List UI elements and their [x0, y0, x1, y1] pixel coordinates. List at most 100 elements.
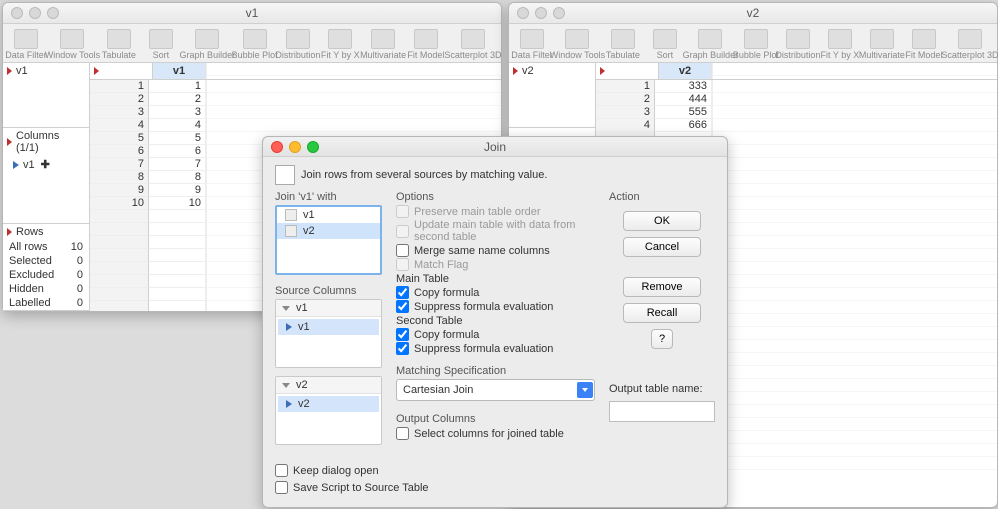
- source-column-item[interactable]: v2: [278, 396, 379, 412]
- rows-header: Rows: [16, 226, 44, 238]
- chevron-down-icon[interactable]: [282, 306, 290, 311]
- toolbar-bubble-plot[interactable]: Bubble Plot: [233, 29, 277, 62]
- toolbar-fit-y-by-x[interactable]: Fit Y by X: [819, 29, 861, 62]
- toolbar-icon: [828, 29, 852, 49]
- main-table-label: Main Table: [396, 273, 595, 285]
- table-row[interactable]: 11: [90, 80, 501, 93]
- toolbar-bubble-plot[interactable]: Bubble Plot: [735, 29, 777, 62]
- toolbar-icon: [243, 29, 267, 49]
- match-flag-checkbox: [396, 258, 409, 271]
- toolbar-icon: [14, 29, 38, 49]
- table-row[interactable]: 3555: [596, 106, 997, 119]
- row-stat: Labelled0: [3, 296, 89, 310]
- toolbar-sort[interactable]: Sort: [644, 29, 686, 62]
- columns-header: Columns (1/1): [16, 130, 85, 154]
- toolbar-icon: [107, 29, 131, 49]
- remove-button[interactable]: Remove: [623, 277, 701, 297]
- dropdown-icon[interactable]: [577, 382, 593, 398]
- toolbar-scatterplot-3d[interactable]: Scatterplot 3D: [945, 29, 995, 62]
- disclosure-icon[interactable]: [7, 228, 12, 236]
- dialog-titlebar[interactable]: Join: [263, 137, 727, 157]
- toolbar-scatterplot-3d[interactable]: Scatterplot 3D: [447, 29, 499, 62]
- toolbar-multivariate[interactable]: Multivariate: [361, 29, 405, 62]
- options-label: Options: [396, 191, 595, 203]
- column-name[interactable]: v1: [23, 159, 35, 171]
- toolbar-icon: [912, 29, 936, 49]
- titlebar-v1[interactable]: v1: [3, 3, 501, 24]
- close-icon[interactable]: [271, 141, 283, 153]
- toolbar-tabulate[interactable]: Tabulate: [98, 29, 140, 62]
- join-source-item[interactable]: v1: [277, 207, 380, 223]
- join-source-item[interactable]: v2: [277, 223, 380, 239]
- toolbar-icon: [520, 29, 544, 49]
- keep-dialog-open-checkbox[interactable]: [275, 464, 288, 477]
- zoom-icon[interactable]: [307, 141, 319, 153]
- toolbar-icon: [744, 29, 768, 49]
- table-row[interactable]: 4666: [596, 119, 997, 132]
- table-row[interactable]: 33: [90, 106, 501, 119]
- toolbar-icon: [286, 29, 310, 49]
- column-type-icon: [13, 161, 19, 169]
- table-row[interactable]: 44: [90, 119, 501, 132]
- column-header[interactable]: v1: [153, 63, 206, 79]
- output-table-name-input[interactable]: [609, 401, 715, 422]
- toolbar-sort[interactable]: Sort: [140, 29, 182, 62]
- ok-button[interactable]: OK: [623, 211, 701, 231]
- source-column-item[interactable]: v1: [278, 319, 379, 335]
- toolbar-icon: [328, 29, 352, 49]
- save-script-checkbox[interactable]: [275, 481, 288, 494]
- row-stat: Selected0: [3, 254, 89, 268]
- toolbar-graph-builder[interactable]: Graph Builder: [182, 29, 233, 62]
- main-copy-formula-checkbox[interactable]: [396, 286, 409, 299]
- chevron-down-icon[interactable]: [282, 383, 290, 388]
- recall-button[interactable]: Recall: [623, 303, 701, 323]
- toolbar-window-tools[interactable]: Window Tools: [553, 29, 602, 62]
- matching-spec-label: Matching Specification: [396, 365, 595, 377]
- titlebar-v2[interactable]: v2: [509, 3, 997, 24]
- select-output-columns-checkbox[interactable]: [396, 427, 409, 440]
- toolbar-fit-model[interactable]: Fit Model: [903, 29, 945, 62]
- column-type-icon: [286, 323, 292, 331]
- table-row[interactable]: 1333: [596, 80, 997, 93]
- toolbar-graph-builder[interactable]: Graph Builder: [686, 29, 735, 62]
- second-table-label: Second Table: [396, 315, 595, 327]
- table-row[interactable]: 2444: [596, 93, 997, 106]
- cancel-button[interactable]: Cancel: [623, 237, 701, 257]
- second-copy-formula-checkbox[interactable]: [396, 328, 409, 341]
- second-suppress-checkbox[interactable]: [396, 342, 409, 355]
- output-columns-label: Output Columns: [396, 413, 595, 425]
- help-button[interactable]: ?: [651, 329, 673, 349]
- table-icon: [285, 225, 297, 237]
- output-name-label: Output table name:: [609, 383, 703, 395]
- minimize-icon[interactable]: [289, 141, 301, 153]
- join-dialog: Join Join rows from several sources by m…: [262, 136, 728, 508]
- toolbar-icon: [195, 29, 219, 49]
- disclosure-icon[interactable]: [94, 67, 99, 75]
- toolbar-window-tools[interactable]: Window Tools: [47, 29, 98, 62]
- disclosure-icon[interactable]: [513, 67, 518, 75]
- join-with-list[interactable]: v1v2: [275, 205, 382, 275]
- toolbar-icon: [698, 29, 722, 49]
- toolbar-data-filter[interactable]: Data Filter: [5, 29, 47, 62]
- toolbar-multivariate[interactable]: Multivariate: [861, 29, 903, 62]
- column-header[interactable]: v2: [659, 63, 712, 79]
- table-row[interactable]: 22: [90, 93, 501, 106]
- disclosure-icon[interactable]: [7, 138, 12, 146]
- toolbar-fit-model[interactable]: Fit Model: [405, 29, 447, 62]
- join-icon: [275, 165, 295, 185]
- disclosure-icon[interactable]: [600, 67, 605, 75]
- toolbar-tabulate[interactable]: Tabulate: [602, 29, 644, 62]
- matching-spec-select[interactable]: Cartesian Join: [396, 379, 595, 401]
- toolbar-icon: [870, 29, 894, 49]
- toolbar-distribution[interactable]: Distribution: [276, 29, 319, 62]
- row-stat: Excluded0: [3, 268, 89, 282]
- toolbar-data-filter[interactable]: Data Filter: [511, 29, 553, 62]
- table-name: v2: [522, 65, 534, 77]
- source-table-v1: v1v1: [275, 299, 382, 368]
- toolbar-fit-y-by-x[interactable]: Fit Y by X: [319, 29, 361, 62]
- merge-columns-checkbox[interactable]: [396, 244, 409, 257]
- toolbar-distribution[interactable]: Distribution: [777, 29, 819, 62]
- main-suppress-checkbox[interactable]: [396, 300, 409, 313]
- disclosure-icon[interactable]: [7, 67, 12, 75]
- toolbar-icon: [565, 29, 589, 49]
